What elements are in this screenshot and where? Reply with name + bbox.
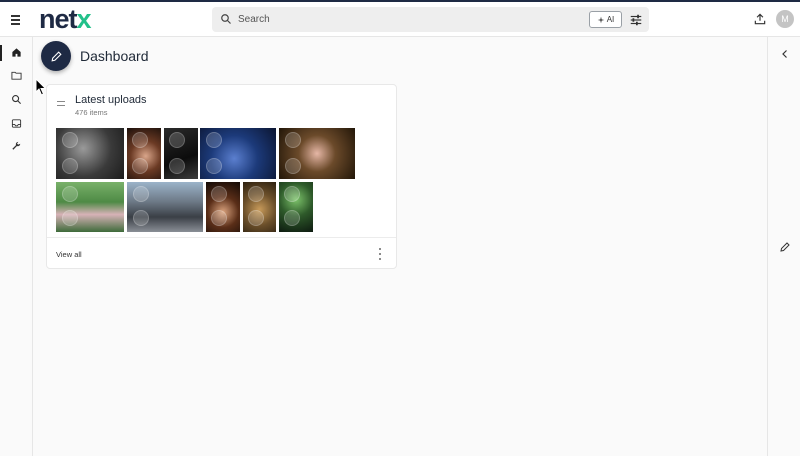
asset-thumbnail[interactable] xyxy=(164,128,198,179)
nav-item-inbox[interactable] xyxy=(0,114,33,134)
upload-icon[interactable] xyxy=(753,12,767,26)
user-avatar[interactable]: M xyxy=(776,10,794,28)
drag-handle-icon[interactable] xyxy=(57,101,65,107)
nav-item-home[interactable] xyxy=(0,43,33,63)
nav-item-tools[interactable] xyxy=(0,137,33,157)
asset-thumbnail[interactable] xyxy=(56,182,124,232)
home-icon xyxy=(12,48,21,57)
search-icon xyxy=(12,95,22,105)
asset-thumbnail[interactable] xyxy=(279,128,355,179)
left-navigation xyxy=(0,37,33,456)
more-options-icon[interactable] xyxy=(378,248,382,260)
asset-thumbnail[interactable] xyxy=(200,128,276,179)
asset-thumbnail[interactable] xyxy=(279,182,313,232)
ai-search-button[interactable]: AI xyxy=(589,11,622,28)
page-title: Dashboard xyxy=(80,48,149,64)
pencil-icon[interactable] xyxy=(779,241,791,253)
search-input[interactable] xyxy=(238,10,588,29)
pencil-icon xyxy=(50,50,62,62)
mouse-cursor-icon xyxy=(35,78,47,96)
asset-thumbnail[interactable] xyxy=(127,128,161,179)
asset-thumbnail[interactable] xyxy=(243,182,276,232)
app-header: netx AI M xyxy=(0,2,800,37)
edit-dashboard-button[interactable] xyxy=(41,41,71,71)
asset-thumbnail[interactable] xyxy=(56,128,124,179)
asset-thumbnail[interactable] xyxy=(127,182,203,232)
inbox-icon xyxy=(11,119,22,128)
logo-text-accent: x xyxy=(76,4,92,34)
chevron-left-icon[interactable] xyxy=(779,48,791,60)
search-icon xyxy=(221,14,231,24)
view-all-link[interactable]: View all xyxy=(56,250,82,259)
nav-item-search[interactable] xyxy=(0,90,33,110)
app-logo[interactable]: netx xyxy=(39,4,92,34)
asset-thumbnail[interactable] xyxy=(206,182,240,232)
folder-icon xyxy=(11,71,22,80)
sparkle-icon xyxy=(597,16,605,23)
widget-title: Latest uploads xyxy=(75,94,147,106)
right-panel xyxy=(767,37,800,456)
search-bar: AI xyxy=(212,7,649,32)
wrench-icon xyxy=(12,141,21,150)
ai-button-label: AI xyxy=(606,15,615,24)
widget-item-count: 476 items xyxy=(75,108,108,117)
logo-text-main: net xyxy=(39,4,77,34)
nav-item-folders[interactable] xyxy=(0,66,33,86)
filter-settings-icon[interactable] xyxy=(629,13,643,27)
menu-icon[interactable] xyxy=(8,11,24,27)
widget-footer: View all xyxy=(47,237,396,269)
latest-uploads-widget: Latest uploads 476 items View all xyxy=(46,84,397,269)
